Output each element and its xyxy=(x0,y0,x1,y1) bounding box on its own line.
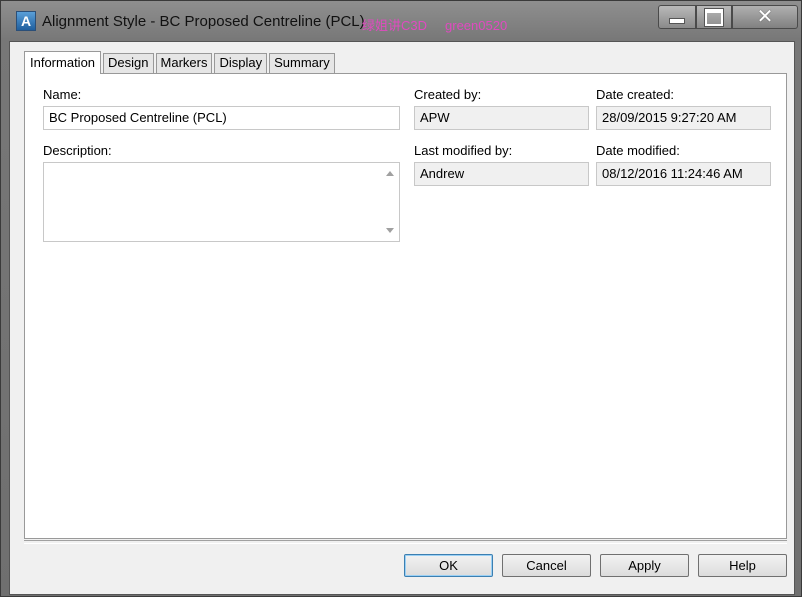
title-bar[interactable]: A Alignment Style - BC Proposed Centreli… xyxy=(1,1,801,41)
button-separator xyxy=(24,540,787,544)
help-button[interactable]: Help xyxy=(698,554,787,577)
apply-button[interactable]: Apply xyxy=(600,554,689,577)
last-modified-by-label: Last modified by: xyxy=(414,143,513,158)
maximize-icon xyxy=(705,8,723,26)
name-label: Name: xyxy=(43,87,82,102)
watermark-text-id: green0520 xyxy=(445,18,508,33)
information-panel: Name: BC Proposed Centreline (PCL) Descr… xyxy=(24,73,787,539)
created-by-field: APW xyxy=(414,106,589,130)
date-created-label: Date created: xyxy=(596,87,675,102)
minimize-button[interactable] xyxy=(658,5,696,29)
maximize-button[interactable] xyxy=(696,5,732,29)
title-watermark: 绿姐讲C3D green0520 xyxy=(362,15,507,34)
tab-strip: Information Design Markers Display Summa… xyxy=(24,51,337,74)
description-label: Description: xyxy=(43,143,112,158)
close-button[interactable]: ✕ xyxy=(732,5,798,29)
tab-summary[interactable]: Summary xyxy=(269,53,335,73)
minimize-icon xyxy=(669,18,685,24)
dialog-client-area: Information Design Markers Display Summa… xyxy=(9,41,795,595)
tab-display[interactable]: Display xyxy=(214,53,268,73)
close-icon: ✕ xyxy=(756,6,774,28)
name-input[interactable]: BC Proposed Centreline (PCL) xyxy=(43,106,400,130)
tab-markers[interactable]: Markers xyxy=(155,53,213,73)
tab-design[interactable]: Design xyxy=(103,53,154,73)
app-icon[interactable]: A xyxy=(16,11,36,31)
description-textarea[interactable] xyxy=(43,162,400,242)
scroll-up-arrow-icon[interactable] xyxy=(386,171,394,176)
date-modified-field: 08/12/2016 11:24:46 AM xyxy=(596,162,771,186)
window-title: Alignment Style - BC Proposed Centreline… xyxy=(42,13,365,30)
ok-button[interactable]: OK xyxy=(404,554,493,577)
last-modified-by-field: Andrew xyxy=(414,162,589,186)
date-created-field: 28/09/2015 9:27:20 AM xyxy=(596,106,771,130)
dialog-window: A Alignment Style - BC Proposed Centreli… xyxy=(0,0,802,597)
tab-information[interactable]: Information xyxy=(24,51,102,74)
app-icon-glyph: A xyxy=(20,13,32,29)
cancel-button[interactable]: Cancel xyxy=(502,554,591,577)
scroll-down-arrow-icon[interactable] xyxy=(386,228,394,233)
created-by-label: Created by: xyxy=(414,87,482,102)
watermark-text-cn: 绿姐讲C3D xyxy=(362,18,428,33)
description-scrollbar[interactable] xyxy=(382,163,399,241)
date-modified-label: Date modified: xyxy=(596,143,680,158)
